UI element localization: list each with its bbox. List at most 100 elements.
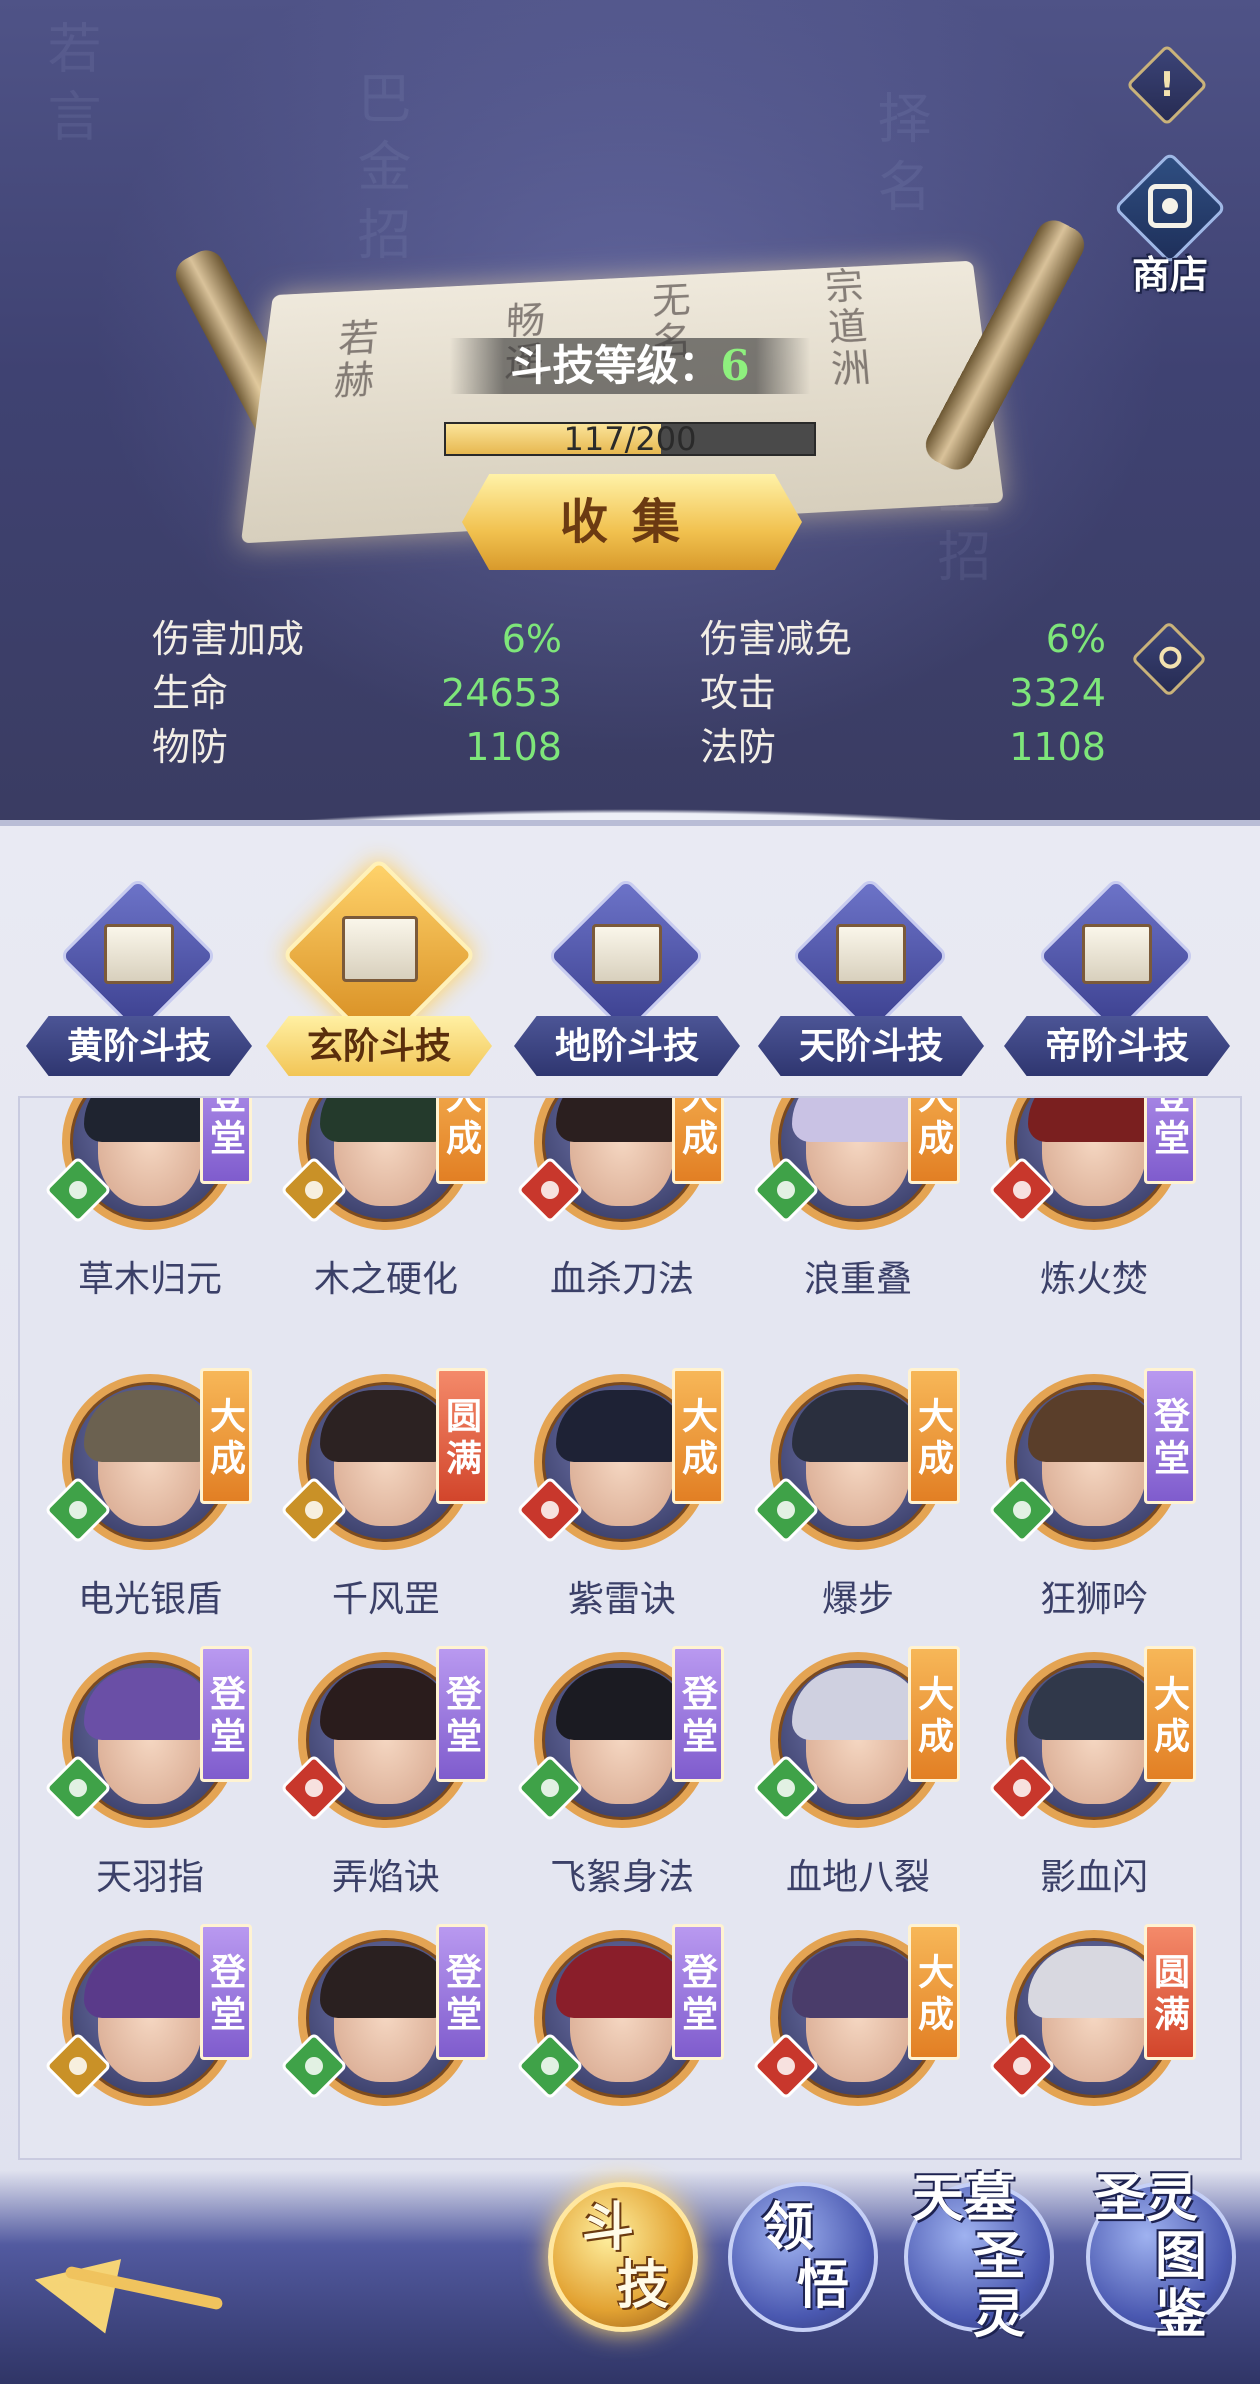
skill-item[interactable]: 大成浪重叠 <box>728 1098 964 1330</box>
skill-item[interactable]: 登堂 <box>20 1924 256 2158</box>
tab-label: 黄阶斗技 <box>66 1025 211 1067</box>
mastery-badge: 登堂 <box>200 1646 252 1782</box>
bottom-nav-button-3[interactable]: 圣灵 图鉴 <box>1086 2170 1236 2344</box>
portrait-hair <box>84 1098 216 1142</box>
skill-item[interactable]: 大成 木之硬化 <box>256 1098 492 1330</box>
mastery-badge: 大成 <box>1144 1646 1196 1782</box>
search-icon <box>1159 646 1182 669</box>
tab-tier-0[interactable]: 黄阶斗技 <box>26 876 252 1076</box>
shop-icon <box>1148 184 1192 228</box>
skill-item[interactable]: 登堂 草木归元 <box>20 1098 256 1330</box>
portrait-hair <box>792 1668 924 1740</box>
nav-label-line1: 领 <box>761 2197 814 2258</box>
portrait-hair <box>792 1946 924 2018</box>
skill-item[interactable]: 大成电光银盾 <box>20 1368 256 1650</box>
portrait-hair <box>1028 1390 1160 1462</box>
skill-item[interactable]: 登堂 狂狮吟 <box>964 1368 1200 1650</box>
skill-name: 影血闪 <box>1039 1857 1148 1898</box>
skill-name: 天羽指 <box>95 1857 204 1898</box>
portrait-hair <box>792 1098 924 1142</box>
stat-label: 伤害减免 <box>700 617 853 661</box>
scroll-calligraphy: 若赫 <box>325 317 379 404</box>
portrait-hair <box>792 1390 924 1462</box>
scroll-calligraphy: 宗道洲 <box>816 266 872 392</box>
portrait-hair <box>1028 1668 1160 1740</box>
skill-item[interactable]: 登堂 飞絮身法 <box>492 1646 728 1928</box>
stat-physical-def: 物防 1108 <box>152 720 562 774</box>
tab-tier-1[interactable]: 玄阶斗技 <box>266 857 492 1076</box>
exp-progress-text: 117/200 <box>563 420 697 458</box>
stat-damage-reduction: 伤害减免 6% <box>700 612 1110 666</box>
background-calligraphy: 择名 <box>868 90 931 226</box>
skill-name: 爆步 <box>821 1579 894 1620</box>
collect-button[interactable]: 收集 <box>462 474 802 570</box>
skill-name: 血杀刀法 <box>549 1259 694 1300</box>
portrait-hair <box>84 1946 216 2018</box>
stat-value: 3324 <box>1009 671 1106 715</box>
skill-name: 千风罡 <box>331 1579 440 1620</box>
portrait-hair <box>320 1668 452 1740</box>
mastery-badge: 登堂 <box>200 1098 252 1184</box>
bottom-nav-button-0[interactable]: 斗技 <box>548 2182 698 2332</box>
portrait-hair <box>320 1098 452 1142</box>
book-icon <box>1082 924 1152 984</box>
stat-value: 6% <box>501 617 562 661</box>
book-icon <box>592 924 662 984</box>
stat-label: 攻击 <box>700 671 777 715</box>
mastery-badge: 登堂 <box>672 1924 724 2060</box>
skill-item[interactable]: 登堂 <box>492 1924 728 2158</box>
skill-item[interactable]: 圆满千风罡 <box>256 1368 492 1650</box>
info-icon: ! <box>1159 65 1175 105</box>
skill-name: 电光银盾 <box>77 1579 222 1620</box>
mastery-badge: 大成 <box>908 1098 960 1184</box>
mastery-badge: 登堂 <box>436 1646 488 1782</box>
stat-value: 24653 <box>441 671 562 715</box>
skill-item[interactable]: 圆满 <box>964 1924 1200 2158</box>
nav-label-line1: 斗 <box>581 2197 634 2258</box>
skill-name: 血地八裂 <box>785 1857 930 1898</box>
nav-label-line2: 圣灵 <box>972 2226 1025 2345</box>
mastery-badge: 登堂 <box>1144 1098 1196 1184</box>
tab-tier-2[interactable]: 地阶斗技 <box>514 876 740 1076</box>
back-button[interactable] <box>26 2238 224 2338</box>
mastery-badge: 大成 <box>200 1368 252 1504</box>
stat-label: 法防 <box>700 725 777 769</box>
skill-item[interactable]: 登堂天羽指 <box>20 1646 256 1928</box>
mastery-badge: 大成 <box>908 1646 960 1782</box>
skill-item[interactable]: 登堂 炼火焚 <box>964 1098 1200 1330</box>
stat-magic-def: 法防 1108 <box>700 720 1110 774</box>
stat-attack: 攻击 3324 <box>700 666 1110 720</box>
mastery-badge: 登堂 <box>1144 1368 1196 1504</box>
bottom-nav-button-2[interactable]: 天墓 圣灵 <box>904 2170 1054 2344</box>
skill-item[interactable]: 大成血杀刀法 <box>492 1098 728 1330</box>
bottom-nav-button-1[interactable]: 领悟 <box>728 2182 878 2332</box>
portrait-hair <box>320 1390 452 1462</box>
mastery-badge: 大成 <box>672 1098 724 1184</box>
portrait-hair <box>84 1668 216 1740</box>
stats-panel: 伤害加成 6% 伤害减免 6% 生命 24653 攻击 3324 物防 1108… <box>0 612 1260 782</box>
nav-label-line1: 圣灵 <box>1093 2168 1198 2229</box>
tab-tier-4[interactable]: 帝阶斗技 <box>1004 876 1230 1076</box>
mastery-badge: 大成 <box>908 1368 960 1504</box>
stat-hp: 生命 24653 <box>152 666 562 720</box>
mastery-badge: 圆满 <box>436 1368 488 1504</box>
skill-item[interactable]: 登堂 <box>256 1924 492 2158</box>
skill-grid[interactable]: 登堂 草木归元 大成 木之硬化 大成 血杀刀法 大成 浪重叠 登堂 炼火焚 大成 电光银盾 圆满 千风罡大… <box>18 1096 1242 2160</box>
skill-item[interactable]: 大成爆步 <box>728 1368 964 1650</box>
skill-item[interactable]: 登堂 弄焰诀 <box>256 1646 492 1928</box>
portrait-hair <box>556 1946 688 2018</box>
skill-item[interactable]: 大成 紫雷诀 <box>492 1368 728 1650</box>
skill-item[interactable]: 大成血地八裂 <box>728 1646 964 1928</box>
shop-button[interactable]: 商店 <box>1108 151 1232 300</box>
stat-label: 物防 <box>152 725 229 769</box>
skill-name: 木之硬化 <box>313 1259 458 1300</box>
skill-item[interactable]: 大成影血闪 <box>964 1646 1200 1928</box>
tab-label: 地阶斗技 <box>554 1025 699 1067</box>
portrait-hair <box>320 1946 452 2018</box>
background-calligraphy: 若言 <box>38 20 101 156</box>
skill-name: 浪重叠 <box>803 1259 912 1300</box>
tab-tier-3[interactable]: 天阶斗技 <box>758 876 984 1076</box>
skill-item[interactable]: 大成 <box>728 1924 964 2158</box>
book-icon <box>836 924 906 984</box>
mastery-badge: 登堂 <box>672 1646 724 1782</box>
